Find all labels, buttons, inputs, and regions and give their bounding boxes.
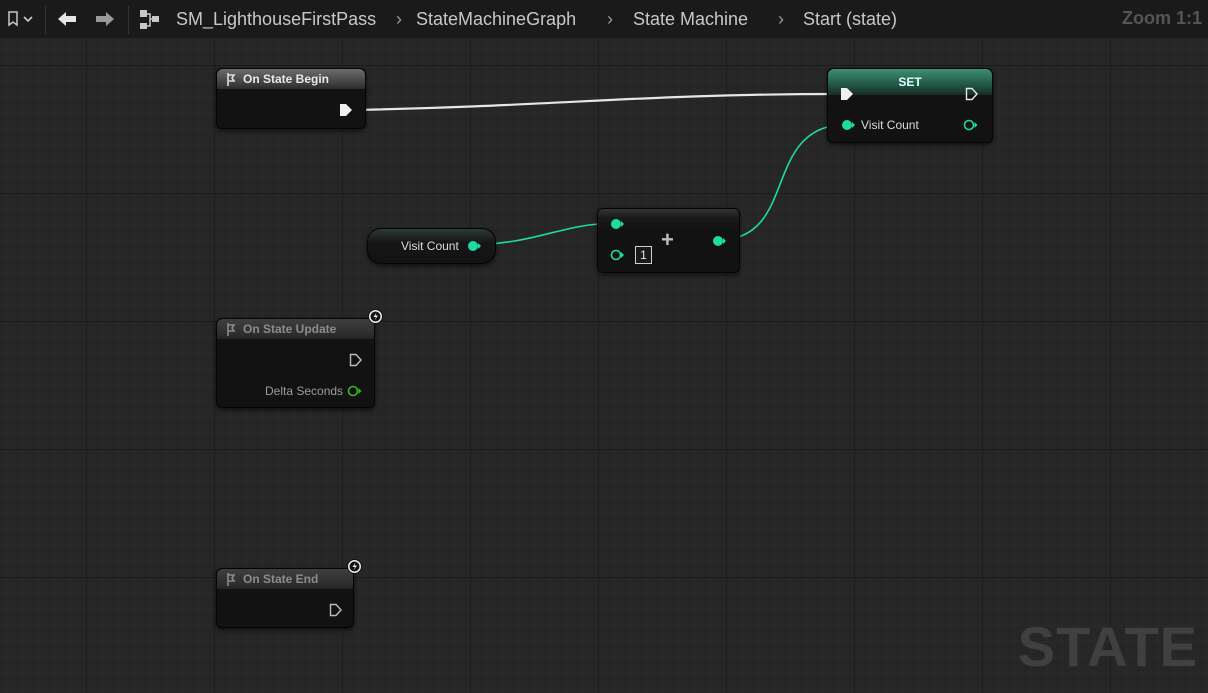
int-value-field[interactable]: 1 <box>635 246 652 264</box>
event-icon <box>227 323 236 336</box>
float-output-pin[interactable] <box>347 385 363 397</box>
node-header: On State Begin <box>217 69 365 89</box>
add-node[interactable]: 1 + <box>597 208 740 273</box>
event-icon <box>227 73 236 86</box>
node-title: On State Update <box>243 322 337 336</box>
on-state-end-node[interactable]: On State End <box>216 559 362 628</box>
breadcrumb-item-asset[interactable]: SM_LighthouseFirstPass <box>176 8 376 30</box>
breadcrumb-item-state-machine[interactable]: State Machine <box>633 8 748 30</box>
breadcrumb-item-state[interactable]: Start (state) <box>803 8 897 30</box>
chevron-right-icon: › <box>607 9 613 29</box>
node-title: On State End <box>243 572 319 586</box>
node-header: On State Update <box>217 319 374 339</box>
lightning-icon <box>368 309 383 324</box>
chevron-right-icon: › <box>396 9 402 29</box>
int-output-pin[interactable] <box>712 235 726 247</box>
graph-canvas[interactable]: On State Begin SET Visit Count Visit Cou… <box>0 38 1208 693</box>
on-state-update-node[interactable]: On State Update Delta Seconds <box>216 309 383 408</box>
exec-output-pin[interactable] <box>965 87 979 101</box>
get-visit-count-node[interactable]: Visit Count <box>367 228 496 264</box>
node-title: On State Begin <box>243 72 330 86</box>
arrow-right-icon[interactable] <box>94 6 116 39</box>
lightning-icon <box>347 559 362 574</box>
on-state-begin-node[interactable]: On State Begin <box>216 68 366 129</box>
toolbar-divider <box>128 6 129 34</box>
toolbar-divider <box>45 6 46 34</box>
toolbar: SM_LighthouseFirstPass › StateMachineGra… <box>0 0 1208 39</box>
event-icon <box>227 573 236 586</box>
bookmark-icon[interactable] <box>6 6 34 39</box>
graph-wires <box>351 92 848 246</box>
exec-output-pin[interactable] <box>329 603 343 617</box>
add-operator-label: + <box>661 227 674 252</box>
int-output-pin[interactable] <box>467 240 481 252</box>
int-input-pin-b[interactable] <box>610 249 624 261</box>
pin-label: Delta Seconds <box>265 384 344 398</box>
exec-input-pin[interactable] <box>840 87 854 101</box>
int-input-pin[interactable] <box>841 119 855 131</box>
graph-type-watermark: STATE <box>1017 615 1198 678</box>
node-header: On State End <box>217 569 353 589</box>
node-title: SET <box>898 75 922 89</box>
pin-label: Visit Count <box>861 118 919 132</box>
pin-label: Visit Count <box>401 239 459 253</box>
int-input-pin-a[interactable] <box>610 218 624 230</box>
exec-output-pin[interactable] <box>349 353 363 367</box>
int-output-pin[interactable] <box>963 119 979 131</box>
exec-wire <box>351 92 841 112</box>
hierarchy-icon <box>138 6 162 39</box>
arrow-left-icon[interactable] <box>56 6 78 39</box>
zoom-level: Zoom 1:1 <box>1121 8 1202 28</box>
set-variable-node[interactable]: SET Visit Count <box>827 68 993 143</box>
chevron-right-icon: › <box>778 9 784 29</box>
exec-output-pin[interactable] <box>339 103 353 117</box>
breadcrumb-item-graph[interactable]: StateMachineGraph <box>416 8 576 30</box>
